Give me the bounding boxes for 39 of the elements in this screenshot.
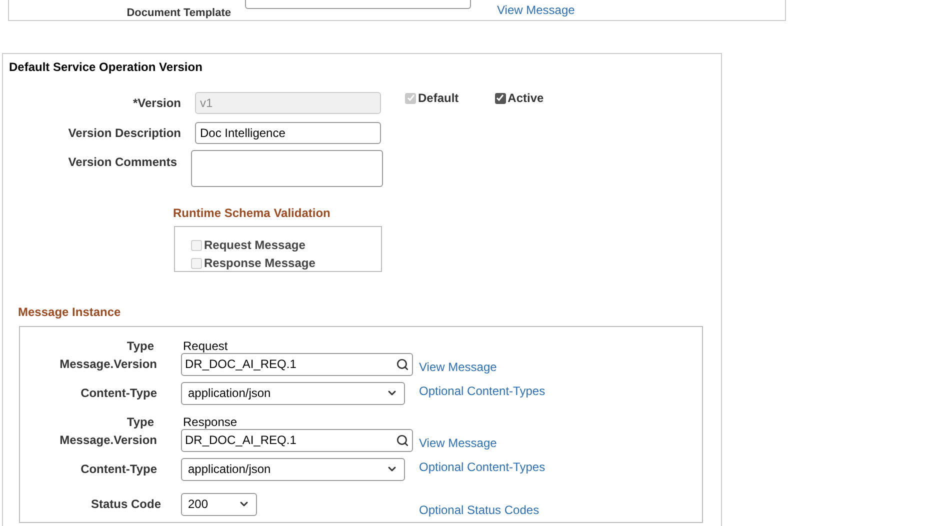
field-label: Version Description xyxy=(68,126,181,140)
field-label: Status Code xyxy=(90,497,161,511)
field-label: Message.Version xyxy=(60,433,157,447)
checkbox-label: Default xyxy=(418,90,459,107)
checkbox-label: Request Message xyxy=(204,237,306,254)
field-label: Version Comments xyxy=(68,155,177,169)
search-icon xyxy=(396,358,409,370)
field-label: Content-Type xyxy=(80,462,157,476)
dropdown[interactable]: 200 xyxy=(181,492,257,516)
link[interactable]: Optional Content-Types xyxy=(419,384,546,398)
checkbox-label: Response Message xyxy=(204,255,316,272)
field-label: Type xyxy=(126,415,154,429)
field-label: Content-Type xyxy=(80,386,157,400)
type-value: Response xyxy=(183,414,238,431)
message-field[interactable]: DR_DOC_AI_REQ.1 xyxy=(181,428,413,452)
description-field[interactable]: Doc Intelligence xyxy=(195,122,381,144)
section-title: Message Instance xyxy=(18,305,121,319)
field-label: Document Template xyxy=(126,7,231,19)
checkbox-label: Active xyxy=(508,90,544,107)
check-icon xyxy=(496,94,504,102)
link[interactable]: View Message xyxy=(497,3,575,17)
field-label: Message.Version xyxy=(60,357,157,371)
checkbox[interactable] xyxy=(494,92,506,104)
link[interactable]: Optional Content-Types xyxy=(419,460,546,474)
message-field[interactable]: DR_DOC_AI_REQ.1 xyxy=(181,352,413,376)
dropdown[interactable] xyxy=(245,0,471,9)
check-icon xyxy=(406,94,414,102)
field-label: *Version xyxy=(132,96,181,110)
link[interactable]: View Message xyxy=(419,436,497,450)
section-title: Runtime Schema Validation xyxy=(173,206,330,220)
comments-field[interactable] xyxy=(191,150,383,187)
panel-title: Default Service Operation Version xyxy=(9,60,202,74)
link[interactable]: View Message xyxy=(419,360,497,374)
dropdown[interactable]: application/json xyxy=(181,458,405,480)
dropdown[interactable]: application/json xyxy=(181,382,405,404)
field-label: Type xyxy=(126,339,154,353)
search-icon xyxy=(396,434,409,446)
type-value: Request xyxy=(183,338,228,355)
link[interactable]: Optional Status Codes xyxy=(419,503,540,517)
